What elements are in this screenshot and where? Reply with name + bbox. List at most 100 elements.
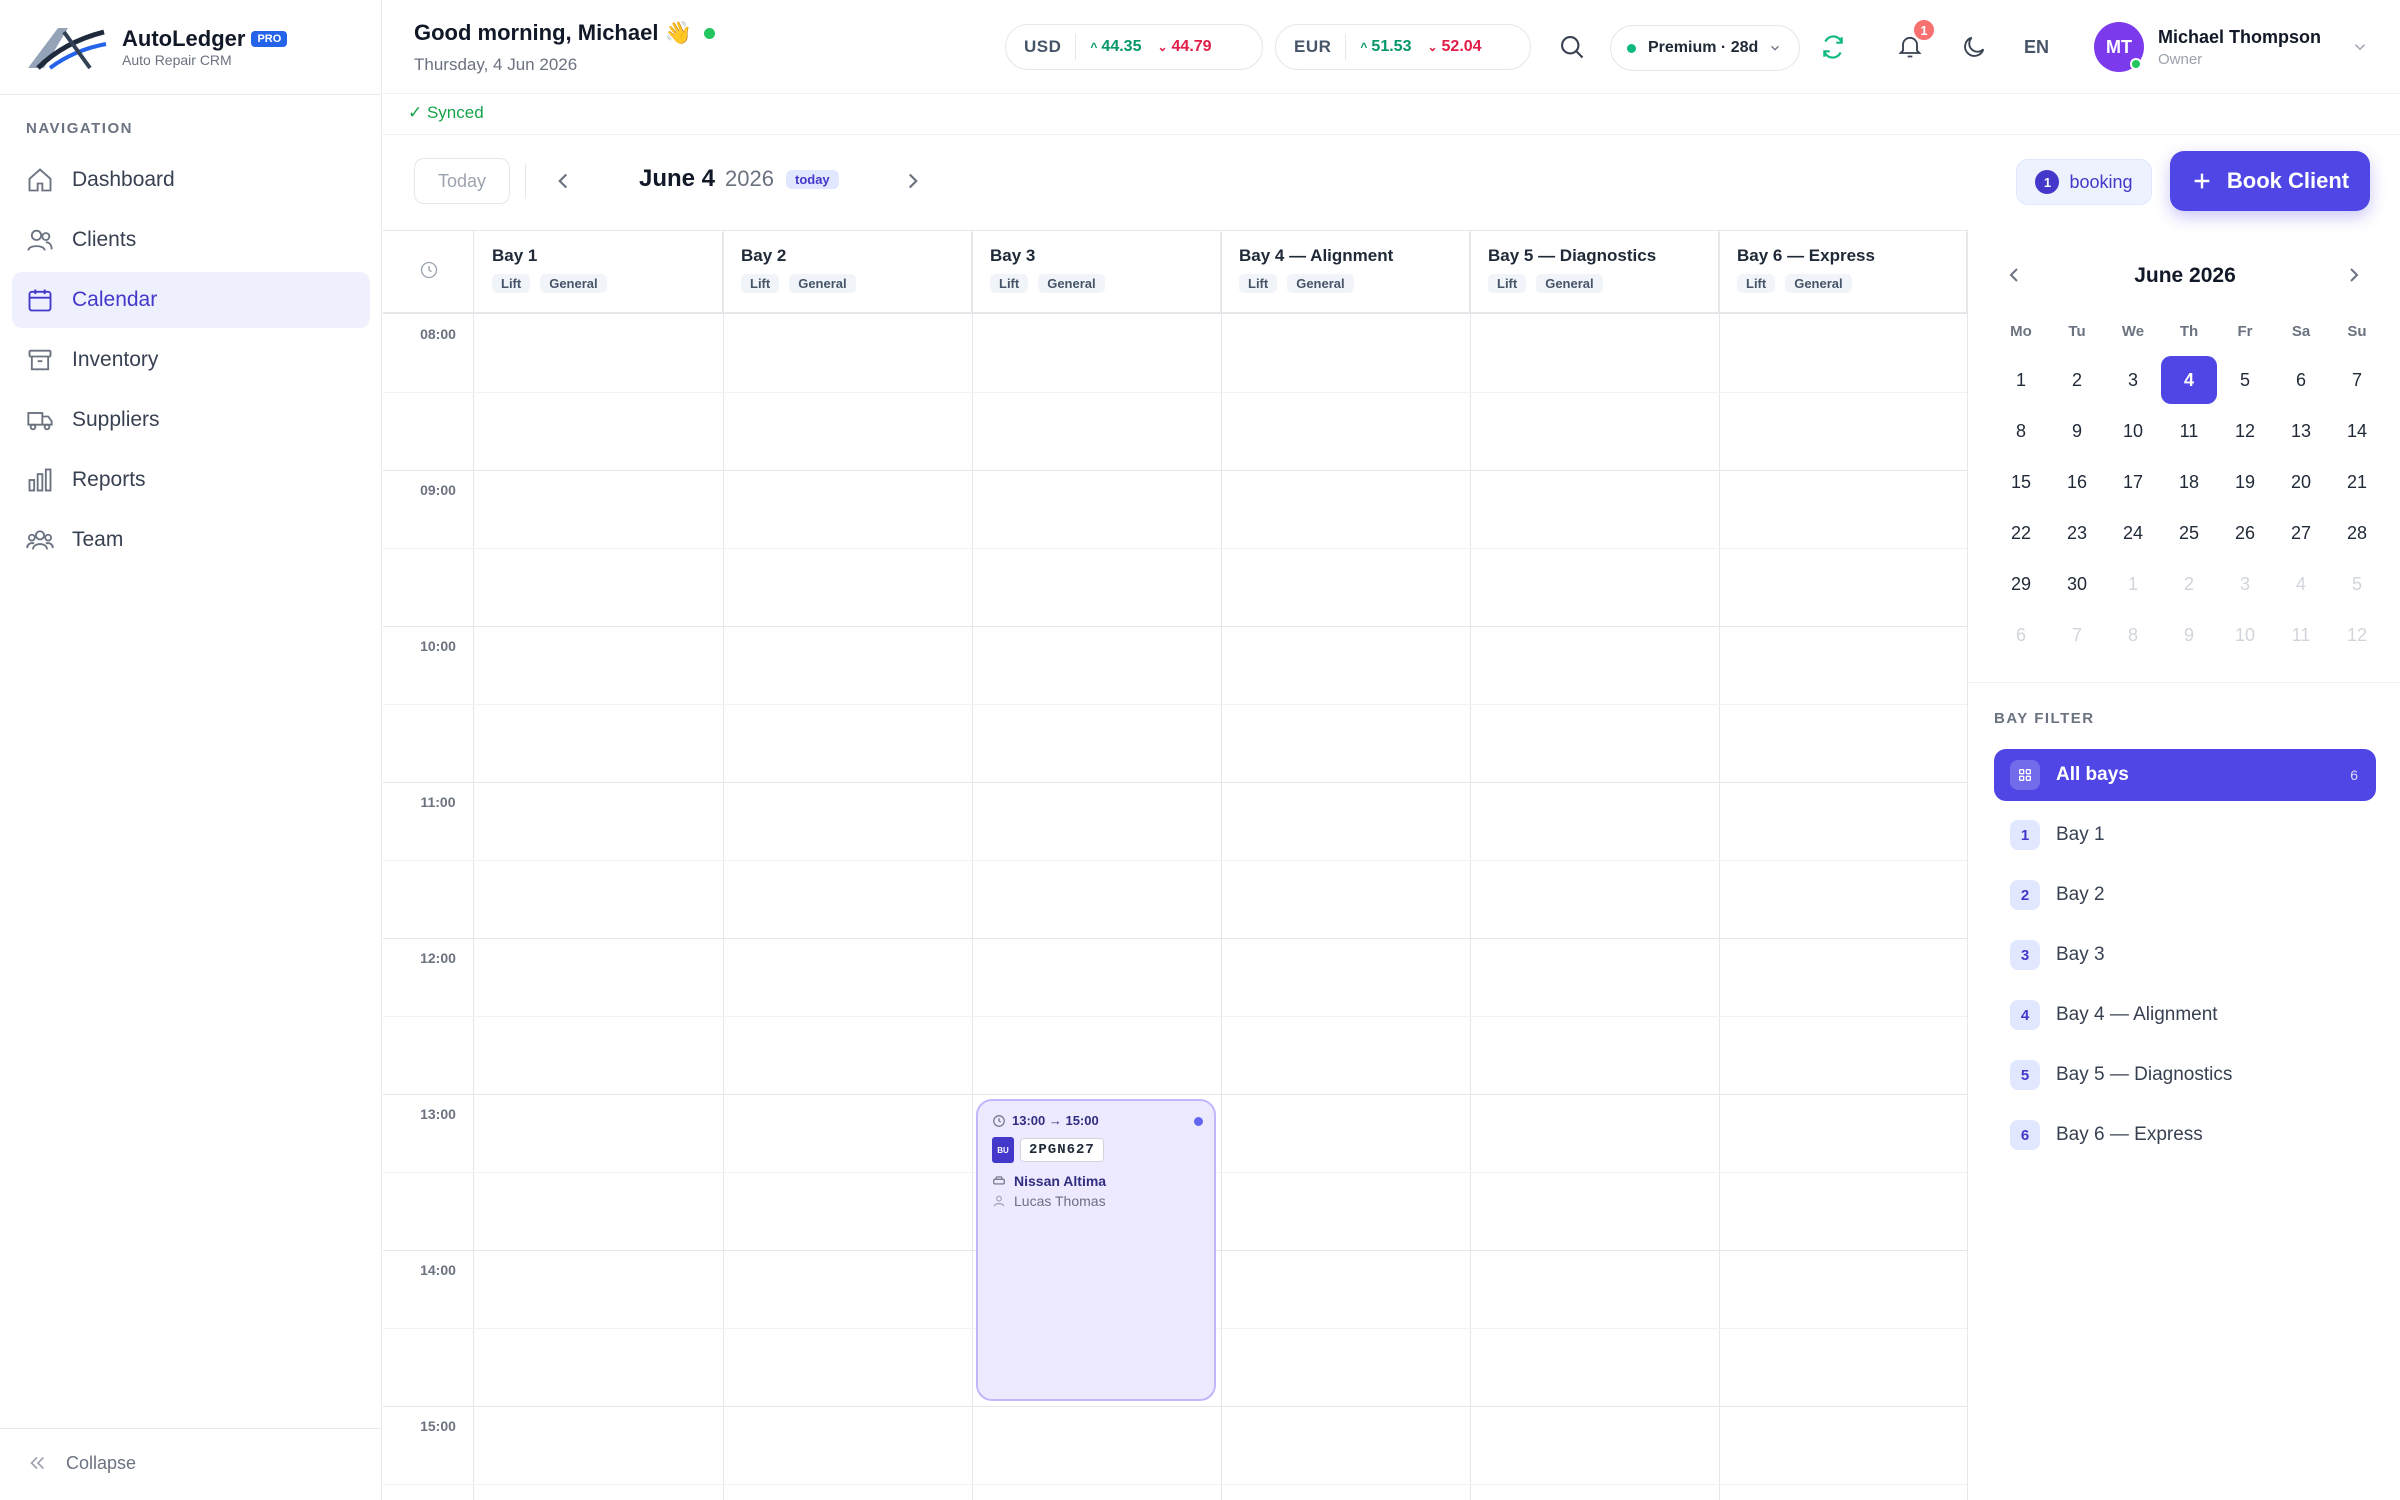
vehicle-name: Nissan Altima — [1014, 1173, 1107, 1189]
nav-item-calendar[interactable]: Calendar — [12, 272, 370, 328]
bay-tag: General — [1536, 274, 1603, 293]
user-name: Michael Thompson — [2158, 26, 2322, 47]
collapse-button[interactable]: Collapse — [26, 1452, 136, 1474]
mini-calendar-day[interactable]: 11 — [2273, 611, 2329, 659]
mini-calendar-day[interactable]: 25 — [2161, 509, 2217, 557]
bay-filter-item[interactable]: 5 Bay 5 — Diagnostics — [1994, 1049, 2376, 1101]
mini-calendar-day[interactable]: 5 — [2217, 356, 2273, 404]
mini-calendar-day[interactable]: 9 — [2161, 611, 2217, 659]
mini-calendar-day[interactable]: 30 — [2049, 560, 2105, 608]
book-client-button[interactable]: Book Client — [2170, 151, 2370, 211]
mini-calendar-day[interactable]: 2 — [2049, 356, 2105, 404]
mini-calendar-day[interactable]: 20 — [2273, 458, 2329, 506]
mini-calendar-day[interactable]: 12 — [2217, 407, 2273, 455]
mini-calendar-day[interactable]: 28 — [2329, 509, 2385, 557]
bay-column-header[interactable]: Bay 1 Lift General — [474, 232, 723, 312]
brand-name: AutoLedger — [122, 26, 246, 51]
mini-calendar-day[interactable]: 6 — [1993, 611, 2049, 659]
hour-label: 15:00 — [420, 1418, 456, 1434]
bay-column-header[interactable]: Bay 2 Lift General — [723, 232, 972, 312]
mini-calendar-day[interactable]: 7 — [2049, 611, 2105, 659]
bay-filter-label: Bay 2 — [2056, 884, 2105, 905]
mini-calendar-day[interactable]: 7 — [2329, 356, 2385, 404]
prev-day-icon[interactable] — [550, 168, 576, 194]
booking-time-row: 13:00 → 15:00 — [992, 1113, 1099, 1128]
mini-calendar-day[interactable]: 29 — [1993, 560, 2049, 608]
mini-calendar-day[interactable]: 24 — [2105, 509, 2161, 557]
search-icon[interactable] — [1558, 33, 1586, 61]
license-plate: 2PGN627 — [1020, 1138, 1104, 1162]
currency-eur[interactable]: EUR ^ 51.53 ⌄ 52.04 — [1275, 24, 1531, 70]
bay-filter-item[interactable]: 4 Bay 4 — Alignment — [1994, 989, 2376, 1041]
mini-calendar-day[interactable]: 4 — [2273, 560, 2329, 608]
booking-count-chip[interactable]: 1 booking — [2016, 159, 2152, 205]
chevrons-left-icon — [30, 1456, 45, 1470]
mini-calendar-day[interactable]: 23 — [2049, 509, 2105, 557]
bay-filter-item[interactable]: 1 Bay 1 — [1994, 809, 2376, 861]
avatar: MT — [2094, 22, 2144, 72]
mini-calendar-day[interactable]: 22 — [1993, 509, 2049, 557]
mini-calendar-day[interactable]: 12 — [2329, 611, 2385, 659]
brand[interactable]: AutoLedger PRO Auto Repair CRM — [24, 22, 288, 72]
mini-calendar-day[interactable]: 10 — [2217, 611, 2273, 659]
bay-filter-all[interactable]: All bays 6 — [1994, 749, 2376, 801]
plan-selector[interactable]: Premium · 28d — [1610, 25, 1800, 71]
bay-column-header[interactable]: Bay 6 — Express Lift General — [1719, 232, 1967, 312]
mini-calendar-day[interactable]: 9 — [2049, 407, 2105, 455]
prev-month-icon[interactable] — [2002, 263, 2026, 287]
nav-item-dashboard[interactable]: Dashboard — [12, 152, 370, 208]
bay-column-header[interactable]: Bay 5 — Diagnostics Lift General — [1470, 232, 1719, 312]
currency-usd[interactable]: USD ^ 44.35 ⌄ 44.79 — [1005, 24, 1263, 70]
mini-calendar-day[interactable]: 10 — [2105, 407, 2161, 455]
mini-calendar-day[interactable]: 5 — [2329, 560, 2385, 608]
mini-calendar-day[interactable]: 4 — [2161, 356, 2217, 404]
nav-label: Calendar — [72, 288, 158, 311]
bay-filter-item[interactable]: 6 Bay 6 — Express — [1994, 1109, 2376, 1161]
next-month-icon[interactable] — [2342, 263, 2366, 287]
nav-item-team[interactable]: Team — [12, 512, 370, 568]
next-day-icon[interactable] — [900, 168, 926, 194]
mini-calendar-day[interactable]: 17 — [2105, 458, 2161, 506]
notifications-button[interactable]: 1 — [1896, 18, 1936, 60]
moon-icon[interactable] — [1960, 33, 1988, 61]
bay-name: Bay 3 — [990, 246, 1036, 265]
bay-filter-item[interactable]: 3 Bay 3 — [1994, 929, 2376, 981]
row-divider — [383, 1484, 1967, 1485]
bay-column-header[interactable]: Bay 3 Lift General — [972, 232, 1221, 312]
refresh-icon[interactable] — [1820, 34, 1846, 60]
mini-calendar-day[interactable]: 3 — [2217, 560, 2273, 608]
language-switch[interactable]: EN — [2024, 37, 2049, 58]
mini-calendar-day[interactable]: 13 — [2273, 407, 2329, 455]
mini-calendar-day[interactable]: 16 — [2049, 458, 2105, 506]
user-menu[interactable]: MT Michael Thompson Owner — [2094, 22, 2369, 72]
mini-calendar-day[interactable]: 1 — [1993, 356, 2049, 404]
bay-column-header[interactable]: Bay 4 — Alignment Lift General — [1221, 232, 1470, 312]
mini-calendar-day[interactable]: 1 — [2105, 560, 2161, 608]
bay-filter-item[interactable]: 2 Bay 2 — [1994, 869, 2376, 921]
mini-calendar-day[interactable]: 19 — [2217, 458, 2273, 506]
clock-icon — [420, 261, 438, 279]
nav-item-suppliers[interactable]: Suppliers — [12, 392, 370, 448]
mini-calendar-day[interactable]: 8 — [2105, 611, 2161, 659]
mini-calendar-day[interactable]: 21 — [2329, 458, 2385, 506]
nav-item-reports[interactable]: Reports — [12, 452, 370, 508]
hour-label: 13:00 — [420, 1106, 456, 1122]
mini-calendar-day[interactable]: 27 — [2273, 509, 2329, 557]
mini-calendar-day[interactable]: 14 — [2329, 407, 2385, 455]
bay-number-badge: 4 — [2010, 1000, 2040, 1030]
archive-icon — [28, 349, 52, 371]
mini-calendar-day[interactable]: 6 — [2273, 356, 2329, 404]
nav-item-clients[interactable]: Clients — [12, 212, 370, 268]
mini-calendar-title: June 2026 — [2134, 264, 2236, 287]
mini-calendar-day[interactable]: 18 — [2161, 458, 2217, 506]
status-dot — [1627, 43, 1636, 53]
mini-calendar-day[interactable]: 11 — [2161, 407, 2217, 455]
booking-card[interactable]: 13:00 → 15:00 BU 2PGN627 Nissan Altima L… — [976, 1099, 1216, 1401]
today-button[interactable]: Today — [414, 158, 510, 204]
mini-calendar-day[interactable]: 3 — [2105, 356, 2161, 404]
mini-calendar-day[interactable]: 15 — [1993, 458, 2049, 506]
nav-item-inventory[interactable]: Inventory — [12, 332, 370, 388]
mini-calendar-day[interactable]: 8 — [1993, 407, 2049, 455]
mini-calendar-day[interactable]: 26 — [2217, 509, 2273, 557]
mini-calendar-day[interactable]: 2 — [2161, 560, 2217, 608]
